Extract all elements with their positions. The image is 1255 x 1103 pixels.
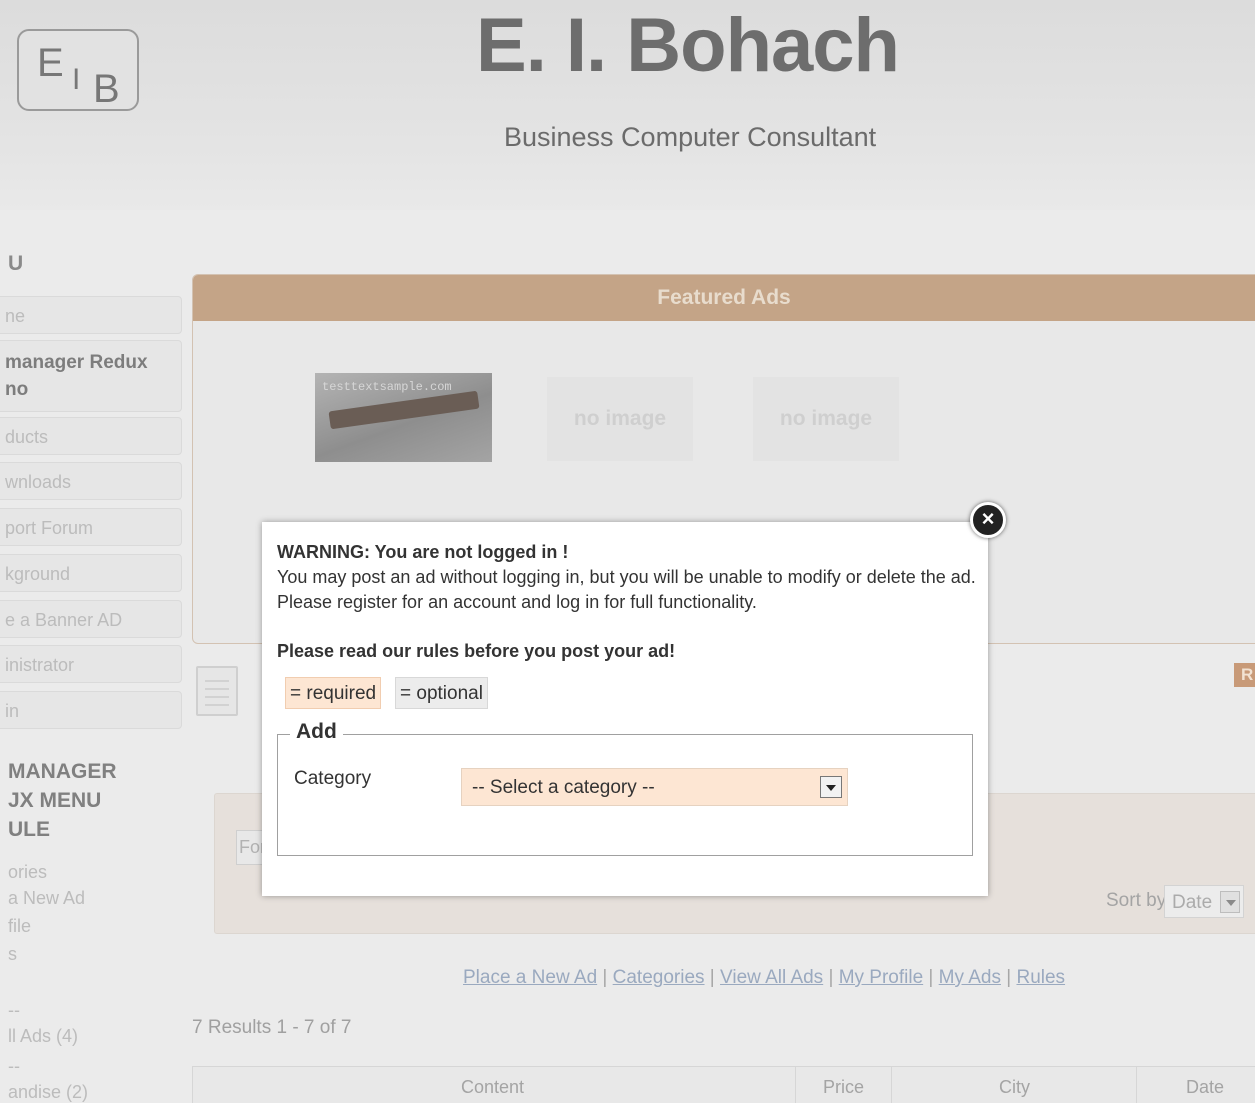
- document-icon: [196, 666, 238, 716]
- sidebar: U ne manager Redux no ducts wnloads port…: [0, 240, 185, 1103]
- link-my-ads[interactable]: My Ads: [939, 967, 1001, 988]
- link-place-new-ad[interactable]: Place a New Ad: [463, 967, 597, 988]
- sidebar-link-profile[interactable]: file: [8, 916, 31, 937]
- site-logo[interactable]: E I B: [17, 29, 139, 111]
- featured-ad-image[interactable]: testtextsample.com: [315, 373, 492, 462]
- login-warning: WARNING: You are not logged in !: [277, 542, 569, 562]
- classifieds-nav-links: Place a New Ad | Categories | View All A…: [463, 967, 1065, 989]
- category-select[interactable]: -- Select a category --: [461, 768, 848, 806]
- sidebar-item-label: port Forum: [5, 518, 94, 538]
- post-ad-modal: WARNING: You are not logged in ! You may…: [262, 522, 988, 896]
- sidebar-item-label: e a Banner AD: [5, 610, 123, 630]
- column-header-price[interactable]: Price: [823, 1077, 864, 1098]
- fieldset-title: Add: [290, 720, 343, 744]
- sidebar-item-administrator[interactable]: inistrator: [0, 645, 182, 683]
- logo-letter-e: E: [37, 41, 64, 85]
- sidebar-module-title-line: JX MENU: [8, 789, 102, 812]
- sidebar-item-login[interactable]: in: [0, 691, 182, 729]
- sort-label: Sort by: [1106, 890, 1167, 911]
- sidebar-item-label: kground: [5, 564, 71, 584]
- chevron-down-icon: [820, 776, 842, 798]
- rules-note: Please read our rules before you post yo…: [277, 641, 676, 661]
- sidebar-module-title: MANAGER JX MENU ULE: [8, 757, 117, 844]
- logo-letter-b: B: [93, 67, 120, 111]
- category-select-value: -- Select a category --: [472, 777, 655, 798]
- link-view-all-ads[interactable]: View All Ads: [720, 967, 823, 988]
- sidebar-link-merchandise[interactable]: andise (2): [8, 1082, 88, 1103]
- add-fieldset: Add Category -- Select a category --: [277, 720, 973, 856]
- sort-select[interactable]: Date: [1164, 885, 1244, 918]
- link-categories[interactable]: Categories: [613, 967, 705, 988]
- rss-badge[interactable]: R: [1234, 663, 1255, 687]
- logo-letter-i: I: [72, 63, 81, 96]
- link-separator: |: [923, 967, 939, 988]
- link-my-profile[interactable]: My Profile: [839, 967, 923, 988]
- column-header-city[interactable]: City: [999, 1077, 1030, 1098]
- sidebar-item-products[interactable]: ducts: [0, 417, 182, 455]
- sidebar-item-label: wnloads: [5, 472, 72, 492]
- warning-line-2: Please register for an account and log i…: [277, 592, 757, 612]
- site-header: E I B E. I. Bohach Business Computer Con…: [0, 0, 1255, 210]
- sidebar-separator: --: [8, 1056, 20, 1076]
- link-separator: |: [823, 967, 839, 988]
- sidebar-item-support-forum[interactable]: port Forum: [0, 508, 182, 546]
- chevron-down-icon: [1220, 891, 1240, 913]
- sidebar-module-title-line: MANAGER: [8, 760, 117, 783]
- close-icon[interactable]: ×: [970, 502, 1006, 538]
- sidebar-menu-heading: U: [8, 252, 24, 275]
- ad-image-object: [328, 390, 480, 430]
- column-divider: [1136, 1067, 1137, 1103]
- sidebar-item-label: ne: [5, 306, 26, 326]
- site-subtitle: Business Computer Consultant: [504, 122, 877, 152]
- sidebar-item-background[interactable]: kground: [0, 554, 182, 592]
- sidebar-link-ads[interactable]: s: [8, 944, 17, 965]
- link-rules[interactable]: Rules: [1016, 967, 1065, 988]
- sidebar-item-downloads[interactable]: wnloads: [0, 462, 182, 500]
- legend-optional: = optional: [395, 677, 488, 709]
- column-header-content[interactable]: Content: [461, 1077, 524, 1098]
- featured-ad-no-image[interactable]: no image: [753, 377, 899, 461]
- link-separator: |: [704, 967, 721, 988]
- link-separator: |: [1000, 967, 1017, 988]
- sidebar-item-label: ducts: [5, 427, 49, 447]
- results-count: 7 Results 1 - 7 of 7: [192, 1017, 352, 1038]
- featured-ad-no-image[interactable]: no image: [547, 377, 693, 461]
- site-title: E. I. Bohach: [476, 3, 900, 88]
- column-divider: [891, 1067, 892, 1103]
- sidebar-link-categories[interactable]: ories: [8, 862, 47, 883]
- sidebar-separator: --: [8, 1000, 20, 1020]
- warning-line-1: You may post an ad without logging in, b…: [277, 567, 976, 587]
- ad-image-watermark: testtextsample.com: [322, 380, 452, 394]
- sidebar-item-home[interactable]: ne: [0, 296, 182, 334]
- column-divider: [795, 1067, 796, 1103]
- legend-required: = required: [285, 677, 382, 709]
- sort-select-value: Date: [1172, 892, 1213, 913]
- sidebar-item-banner-ad[interactable]: e a Banner AD: [0, 600, 182, 638]
- sidebar-link-all-ads[interactable]: ll Ads (4): [8, 1026, 78, 1047]
- link-separator: |: [597, 967, 613, 988]
- sidebar-item-label-line2: no: [5, 379, 29, 400]
- sidebar-item-label: inistrator: [5, 655, 75, 675]
- sidebar-module-title-line: ULE: [8, 818, 50, 841]
- sidebar-item-label: manager Redux: [5, 352, 148, 373]
- column-header-date[interactable]: Date: [1186, 1077, 1224, 1098]
- sidebar-link-place-ad[interactable]: a New Ad: [8, 888, 85, 909]
- sidebar-item-label: in: [5, 701, 20, 721]
- results-table-header: Content Price City Date: [192, 1066, 1255, 1103]
- featured-ads-heading: Featured Ads: [193, 275, 1255, 321]
- sidebar-item-classifieds[interactable]: manager Redux no: [0, 340, 182, 412]
- category-label: Category: [294, 768, 372, 789]
